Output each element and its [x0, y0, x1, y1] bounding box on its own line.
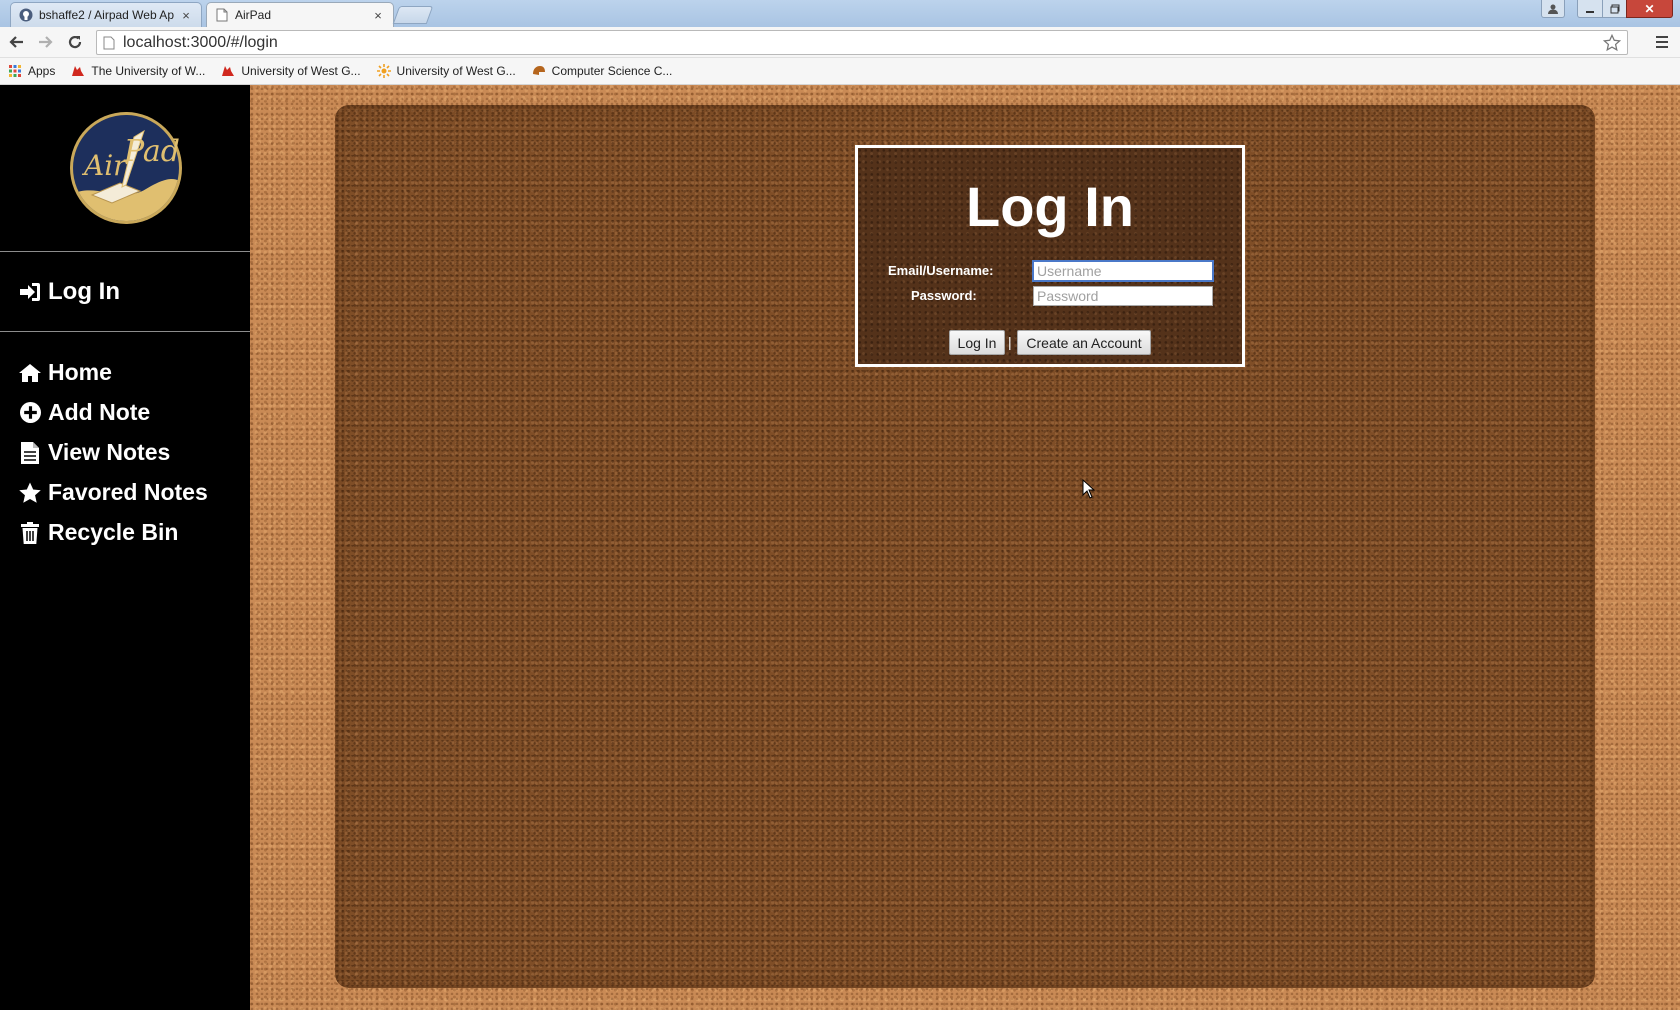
create-account-button[interactable]: Create an Account — [1017, 330, 1151, 355]
mouse-cursor-icon — [1082, 478, 1096, 504]
new-tab-button[interactable] — [392, 6, 434, 24]
username-input[interactable] — [1032, 260, 1214, 282]
user-profile-icon[interactable] — [1541, 0, 1565, 18]
bookmark-label: University of West G... — [396, 64, 516, 78]
button-separator: | — [1008, 334, 1012, 350]
airpad-logo[interactable]: Air Pad — [62, 109, 190, 227]
sidebar-item-favored-notes[interactable]: Favored Notes — [18, 479, 208, 506]
address-bar[interactable]: localhost:3000/#/login — [96, 30, 1628, 55]
wolf-icon — [221, 64, 235, 78]
page-icon — [215, 8, 229, 22]
window-close-button[interactable]: ✕ — [1626, 0, 1673, 18]
reload-button[interactable] — [64, 31, 86, 53]
plus-circle-icon — [18, 401, 42, 425]
forward-button[interactable] — [34, 31, 56, 53]
minimize-button[interactable] — [1577, 0, 1603, 18]
tab-close-button[interactable]: × — [179, 8, 193, 23]
sidebar-item-label: Log In — [48, 278, 120, 305]
address-url: localhost:3000/#/login — [123, 33, 278, 51]
browser-tab-strip: bshaffe2 / Airpad Web Ap × AirPad × ✕ — [0, 0, 1680, 27]
bookmark-label: Computer Science C... — [551, 64, 673, 78]
apps-grid-icon — [8, 64, 22, 78]
bookmark-label: The University of W... — [91, 64, 206, 78]
tab-title: bshaffe2 / Airpad Web Ap — [39, 8, 174, 22]
password-input[interactable] — [1033, 286, 1213, 306]
tab-title: AirPad — [235, 8, 272, 22]
reload-icon — [68, 35, 82, 49]
tab-github[interactable]: bshaffe2 / Airpad Web Ap × — [10, 2, 202, 27]
tab-close-button[interactable]: × — [371, 8, 385, 23]
page-title: Log In — [966, 175, 1134, 238]
sidebar-item-label: Favored Notes — [48, 479, 208, 505]
bookmark-uwg-1[interactable]: The University of W... — [71, 64, 205, 78]
corkboard-background: Log In Email/Username: Password: Log In … — [250, 85, 1680, 1010]
trash-icon — [18, 521, 42, 545]
arrow-right-icon — [39, 36, 53, 48]
tab-airpad[interactable]: AirPad × — [206, 2, 394, 27]
helmet-icon — [532, 64, 546, 78]
main-board: Log In Email/Username: Password: Log In … — [335, 105, 1595, 988]
arrow-left-icon — [9, 36, 23, 48]
browser-menu-button[interactable] — [1652, 32, 1672, 52]
bookmark-label: University of West G... — [241, 64, 361, 78]
github-icon — [19, 8, 33, 22]
bookmark-star-icon[interactable] — [1602, 33, 1622, 57]
sidebar-item-label: Recycle Bin — [48, 519, 179, 545]
bookmark-uwg-2[interactable]: University of West G... — [221, 64, 361, 78]
sidebar-divider — [0, 331, 250, 332]
page-icon — [103, 36, 115, 49]
wolf-icon — [71, 64, 85, 78]
sidebar-item-label: Home — [48, 359, 112, 385]
login-button[interactable]: Log In — [949, 330, 1005, 355]
star-icon — [18, 481, 42, 505]
sun-icon — [376, 64, 391, 78]
page-viewport: Air Pad Log In Home Add Note View Notes … — [0, 85, 1680, 1010]
bookmark-cs[interactable]: Computer Science C... — [532, 64, 673, 78]
bookmark-uwg-3[interactable]: University of West G... — [376, 64, 516, 78]
sign-in-icon — [18, 280, 42, 304]
home-icon — [18, 361, 42, 385]
login-panel: Log In Email/Username: Password: Log In … — [855, 145, 1245, 367]
svg-text:Pad: Pad — [123, 134, 180, 169]
browser-toolbar: localhost:3000/#/login — [0, 27, 1680, 58]
bookmark-apps[interactable]: Apps — [8, 64, 55, 78]
sidebar-divider — [0, 251, 250, 252]
restore-button[interactable] — [1602, 0, 1627, 18]
sidebar-item-add-note[interactable]: Add Note — [18, 399, 150, 426]
svg-text:Air: Air — [81, 149, 128, 182]
file-text-icon — [18, 441, 42, 465]
bookmarks-bar: Apps The University of W... University o… — [0, 58, 1680, 85]
sidebar-item-label: Add Note — [48, 399, 151, 425]
sidebar-item-login[interactable]: Log In — [18, 278, 120, 306]
sidebar-item-view-notes[interactable]: View Notes — [18, 439, 170, 466]
back-button[interactable] — [6, 31, 28, 53]
sidebar-item-home[interactable]: Home — [18, 359, 112, 386]
sidebar: Air Pad Log In Home Add Note View Notes … — [0, 85, 250, 1010]
sidebar-item-label: View Notes — [48, 439, 171, 465]
bookmark-label: Apps — [28, 64, 56, 78]
username-label: Email/Username: — [888, 263, 994, 278]
password-label: Password: — [911, 288, 977, 303]
sidebar-item-recycle-bin[interactable]: Recycle Bin — [18, 519, 178, 546]
